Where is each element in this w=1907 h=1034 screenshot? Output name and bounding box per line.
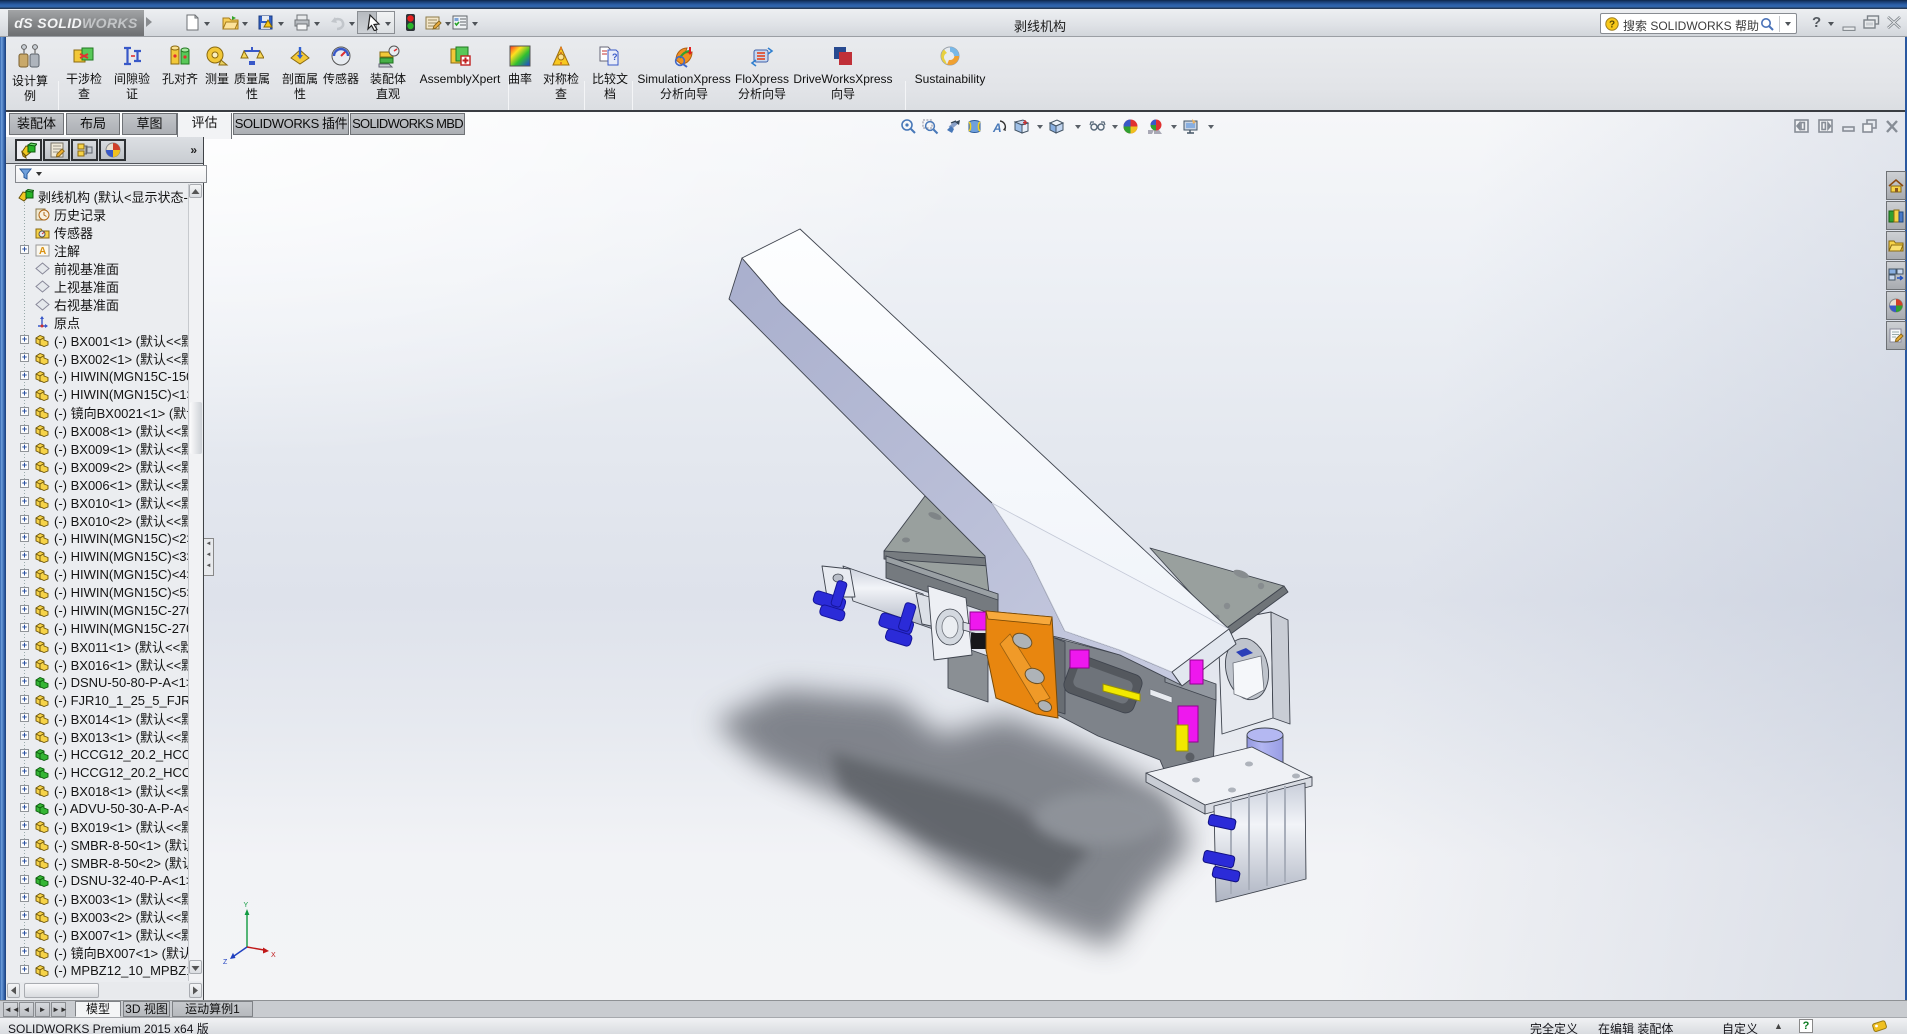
svg-text:Z: Z — [223, 959, 228, 966]
svg-text:A: A — [39, 246, 46, 257]
svg-text:X: X — [271, 952, 276, 959]
svg-text:Y: Y — [244, 902, 249, 909]
svg-text:?: ? — [1609, 20, 1615, 31]
svg-text:?: ? — [612, 52, 618, 62]
